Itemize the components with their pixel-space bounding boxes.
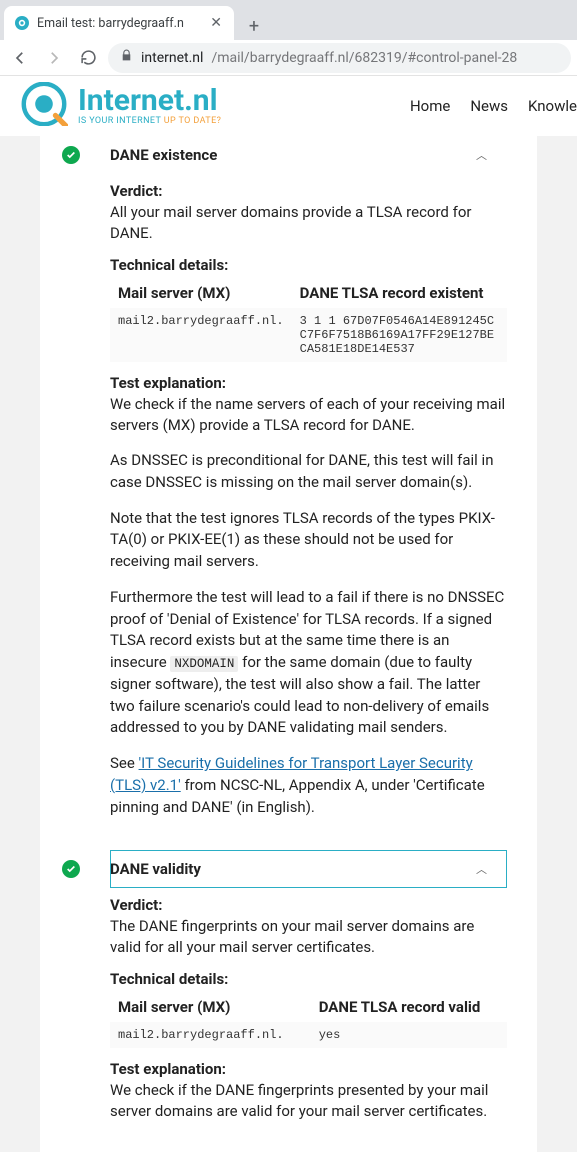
panel-header[interactable]: DANE validity ︿ xyxy=(110,850,507,888)
browser-tabbar: Email test: barrydegraaff.n ✕ + xyxy=(0,0,577,40)
chevron-up-icon: ︿ xyxy=(476,147,487,163)
nxdomain-code: NXDOMAIN xyxy=(170,656,238,672)
panel-header[interactable]: DANE existence ︿ xyxy=(110,136,507,174)
cell-valid: yes xyxy=(311,1022,507,1048)
brand-name: Internet.nl xyxy=(78,86,221,116)
explanation-label: Test explanation: xyxy=(110,374,226,392)
nav-home[interactable]: Home xyxy=(410,97,450,115)
verdict-label: Verdict: xyxy=(110,182,162,200)
panel-title: DANE validity xyxy=(110,860,466,878)
panel-dane-existence: DANE existence ︿ Verdict: All your mail … xyxy=(40,136,537,850)
tlsa-valid-table: Mail server (MX)DANE TLSA record valid m… xyxy=(110,992,507,1048)
para-pkix: Note that the test ignores TLSA records … xyxy=(110,508,507,573)
techdetails-label: Technical details: xyxy=(110,256,228,274)
address-bar[interactable]: internet.nl/mail/barrydegraaff.nl/682319… xyxy=(108,43,571,73)
para-see: See 'IT Security Guidelines for Transpor… xyxy=(110,753,507,818)
para-dnssec: As DNSSEC is preconditional for DANE, th… xyxy=(110,450,507,494)
explanation-text: We check if the name servers of each of … xyxy=(110,394,507,436)
logo-icon xyxy=(20,82,68,130)
verdict-text: The DANE fingerprints on your mail serve… xyxy=(110,916,507,958)
browser-tab[interactable]: Email test: barrydegraaff.n ✕ xyxy=(4,6,234,40)
panel-title: DANE existence xyxy=(110,146,466,164)
verdict-text: All your mail server domains provide a T… xyxy=(110,202,507,244)
th-mx: Mail server (MX) xyxy=(110,992,311,1022)
explanation-label: Test explanation: xyxy=(110,1060,226,1078)
favicon-icon xyxy=(14,15,30,31)
nav-knowledge[interactable]: Knowle xyxy=(528,97,577,115)
forward-button[interactable] xyxy=(40,44,68,72)
browser-toolbar: internet.nl/mail/barrydegraaff.nl/682319… xyxy=(0,40,577,76)
logo[interactable]: Internet.nl IS YOUR INTERNET UP TO DATE? xyxy=(20,82,221,130)
tagline-1: IS YOUR INTERNET xyxy=(78,116,164,126)
para-nxdomain: Furthermore the test will lead to a fail… xyxy=(110,587,507,739)
logo-text: Internet.nl IS YOUR INTERNET UP TO DATE? xyxy=(78,86,221,126)
table-row: mail2.barrydegraaff.nl.yes xyxy=(110,1022,507,1048)
cell-tlsa: 3 1 1 67D07F0546A14E891245CC7F6F7518B616… xyxy=(292,308,507,362)
th-mx: Mail server (MX) xyxy=(110,278,292,308)
site-header: Internet.nl IS YOUR INTERNET UP TO DATE?… xyxy=(0,76,577,136)
lock-icon xyxy=(120,49,133,66)
tlsa-table: Mail server (MX)DANE TLSA record existen… xyxy=(110,278,507,362)
table-row: mail2.barrydegraaff.nl.3 1 1 67D07F0546A… xyxy=(110,308,507,362)
close-icon[interactable]: ✕ xyxy=(208,15,224,31)
reload-button[interactable] xyxy=(74,44,102,72)
back-button[interactable] xyxy=(6,44,34,72)
nav-news[interactable]: News xyxy=(470,97,508,115)
new-tab-button[interactable]: + xyxy=(240,12,268,40)
explanation-text: We check if the DANE fingerprints presen… xyxy=(110,1080,507,1122)
check-icon xyxy=(62,860,80,878)
url-path: /mail/barrydegraaff.nl/682319/#control-p… xyxy=(211,50,517,66)
cell-mx: mail2.barrydegraaff.nl. xyxy=(110,308,292,362)
cell-mx: mail2.barrydegraaff.nl. xyxy=(110,1022,311,1048)
verdict-label: Verdict: xyxy=(110,896,162,914)
tagline-2: UP TO DATE? xyxy=(164,116,222,126)
main-nav: Home News Knowle xyxy=(410,97,577,115)
url-host: internet.nl xyxy=(141,50,203,66)
panel-dane-validity: DANE validity ︿ Verdict: The DANE finger… xyxy=(40,850,537,1152)
tab-title: Email test: barrydegraaff.n xyxy=(37,16,201,31)
th-valid: DANE TLSA record valid xyxy=(311,992,507,1022)
techdetails-label: Technical details: xyxy=(110,970,228,988)
chevron-up-icon: ︿ xyxy=(476,861,487,877)
check-icon xyxy=(62,146,80,164)
th-tlsa: DANE TLSA record existent xyxy=(292,278,507,308)
